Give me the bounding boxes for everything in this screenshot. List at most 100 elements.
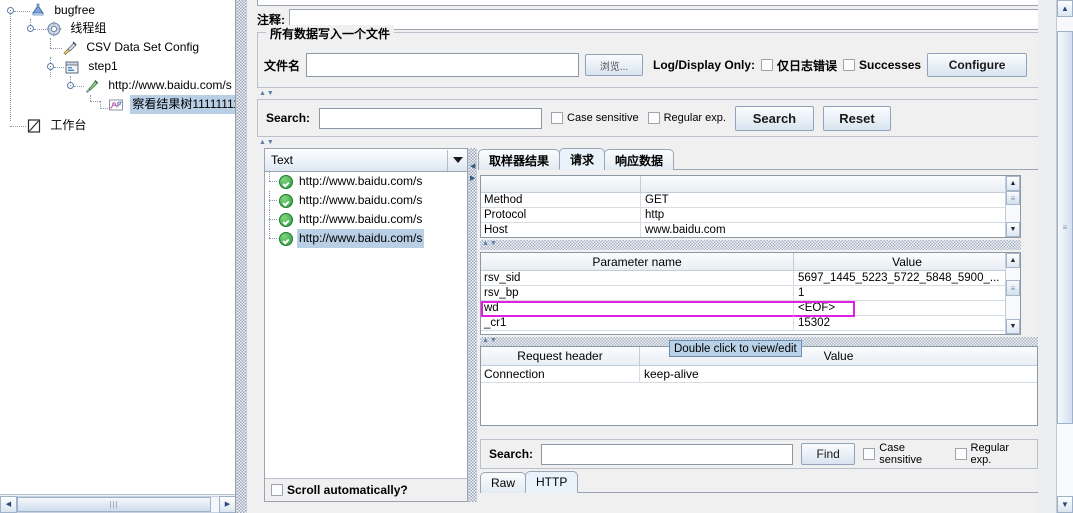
tree-horizontal-scrollbar[interactable]: ◀ ||| ▶ [0,494,235,513]
scrollbar-track[interactable]: ≡ [1006,191,1020,222]
search-case-sensitive-checkbox[interactable]: Case sensitive [551,112,639,124]
scrollbar-track[interactable]: ≡ [1057,17,1073,496]
table-row[interactable]: rsv_bp 1 [481,286,1020,301]
scroll-hint-arrows[interactable]: ▲▼ [482,337,498,344]
checkbox-label: Scroll automatically? [287,483,408,497]
summary-table-vertical-scrollbar[interactable]: ▲ ≡ ▼ [1005,176,1020,237]
errors-only-checkbox[interactable]: 仅日志错误 [761,57,837,74]
sampler-detail-panel: 取样器结果 请求 响应数据 Method GET Protocol http H… [478,148,1038,502]
render-selector-combo[interactable]: Text [265,149,467,172]
grip-icon: ≡ [1010,193,1016,203]
checkbox-box[interactable] [761,59,774,71]
tree-node-thread-group[interactable]: 线程组 [0,19,235,38]
tree-node-label: 察看结果树11111111 [130,95,235,115]
tree-node-label: 线程组 [70,21,107,36]
checkbox-box[interactable] [271,484,283,496]
tree-node-workbench[interactable]: 工作台 [0,116,235,135]
tree-expand-knob[interactable] [67,82,74,89]
scroll-up-button[interactable]: ▲ [1006,176,1020,191]
scrollbar-thumb[interactable]: ≡ [1006,280,1020,296]
tree-expand-knob[interactable] [47,63,54,70]
tree-node-view-results-tree[interactable]: 察看结果树11111111 [0,95,235,115]
tooltip: Double click to view/edit [669,340,802,357]
chevron-down-icon[interactable] [447,149,467,171]
tree-node-step1[interactable]: step1 [0,57,235,77]
cell-parameter-name: wd [481,301,794,315]
scroll-hint-arrows[interactable]: ▲▼ [259,90,275,97]
tab-request[interactable]: 请求 [559,148,606,170]
summary-table-horizontal-scrollbar[interactable] [480,240,1021,250]
browse-button[interactable]: 浏览... [585,54,644,76]
split-pane-divider[interactable] [236,0,247,513]
checkbox-box[interactable] [647,112,660,124]
checkbox-box[interactable] [954,448,967,460]
tree-node-bugfree[interactable]: bugfree [0,1,235,121]
list-item[interactable]: http://www.baidu.com/s [265,191,467,210]
table-row[interactable]: _cr1 15302 [481,316,1020,331]
name-field-partial[interactable] [257,0,1047,6]
checkbox-box[interactable] [863,448,876,460]
parameters-table-vertical-scrollbar[interactable]: ▲ ≡ ▼ [1005,253,1020,334]
scroll-up-button[interactable]: ▲ [1057,0,1073,17]
list-item[interactable]: http://www.baidu.com/s [265,229,467,248]
filename-input[interactable] [306,53,580,77]
table-row[interactable]: rsv_sid 5697_1445_5223_5722_5848_5900_..… [481,271,1020,286]
inner-split-divider[interactable]: ◀ ▶ [468,148,477,502]
scroll-up-button[interactable]: ▲ [1006,253,1020,268]
scroll-right-button[interactable]: ▶ [219,495,235,513]
find-button[interactable]: Find [801,443,856,465]
scroll-hint-arrows[interactable]: ▲▼ [482,240,498,247]
request-parameters-table: Parameter name Value rsv_sid 5697_1445_5… [480,252,1021,335]
tree-node-csv-data-set-config[interactable]: CSV Data Set Config [0,38,235,57]
list-item-label: http://www.baidu.com/s [299,212,423,226]
scroll-hint-arrows-lower[interactable]: ▲▼ [259,139,275,146]
header-cell-blank [481,176,641,192]
scroll-down-button[interactable]: ▼ [1006,222,1020,237]
tab-response-data[interactable]: 响应数据 [604,149,675,170]
checkbox-box[interactable] [551,112,564,124]
header-cell-parameter-name[interactable]: Parameter name [481,253,794,270]
tab-raw[interactable]: Raw [480,472,527,493]
main-vertical-scrollbar[interactable]: ▲ ≡ ▼ [1056,0,1073,513]
configure-button[interactable]: Configure [927,53,1028,77]
tree-node-http-sampler[interactable]: http://www.baidu.com/s [0,76,235,95]
comment-input[interactable] [289,8,1047,30]
search-input[interactable] [319,107,543,129]
checkbox-box[interactable] [843,59,856,71]
scroll-down-button[interactable]: ▼ [1006,319,1020,334]
scrollbar-track[interactable]: ||| [17,495,219,513]
table-row-highlighted[interactable]: wd <EOF> [481,301,1020,317]
scrollbar-thumb[interactable]: ≡ [1057,31,1073,425]
scroll-left-button[interactable]: ◀ [0,495,17,513]
scroll-automatically-checkbox[interactable]: Scroll automatically? [271,483,408,497]
bottom-regular-exp-checkbox[interactable]: Regular exp. [954,442,1030,466]
tab-http[interactable]: HTTP [525,471,579,493]
list-item[interactable]: http://www.baidu.com/s [265,210,467,229]
tree-line [34,29,46,30]
bottom-search-input[interactable] [541,443,794,465]
search-button[interactable]: Search [734,105,814,131]
scrollbar-track[interactable]: ≡ [1006,268,1020,319]
header-cell-request-header[interactable]: Request header [481,347,640,365]
table-row[interactable]: Connection keep-alive [481,366,1037,383]
scrollbar-thumb[interactable]: ≡ [1006,191,1020,205]
tree-expand-knob[interactable] [7,7,14,14]
table-row[interactable]: Protocol http [481,208,1020,223]
table-row[interactable]: Host www.baidu.com [481,223,1020,237]
scroll-down-button[interactable]: ▼ [1057,496,1073,513]
scrollbar-thumb[interactable]: ||| [17,496,211,512]
tab-sampler-result[interactable]: 取样器结果 [478,149,561,170]
header-cell-value[interactable]: Value [794,253,1020,270]
tree-line [50,48,62,49]
split-collapse-left-icon[interactable]: ◀ [470,162,475,170]
tree-expand-knob[interactable] [27,25,34,32]
workbench-icon [26,118,42,134]
cell-name: Protocol [481,208,641,222]
reset-button[interactable]: Reset [822,105,891,131]
search-regular-exp-checkbox[interactable]: Regular exp. [647,112,726,124]
split-collapse-right-icon[interactable]: ▶ [470,174,475,182]
list-item[interactable]: http://www.baidu.com/s [265,172,467,191]
table-row[interactable]: Method GET [481,193,1020,208]
successes-checkbox[interactable]: Successes [843,58,921,72]
bottom-case-sensitive-checkbox[interactable]: Case sensitive [863,442,946,466]
